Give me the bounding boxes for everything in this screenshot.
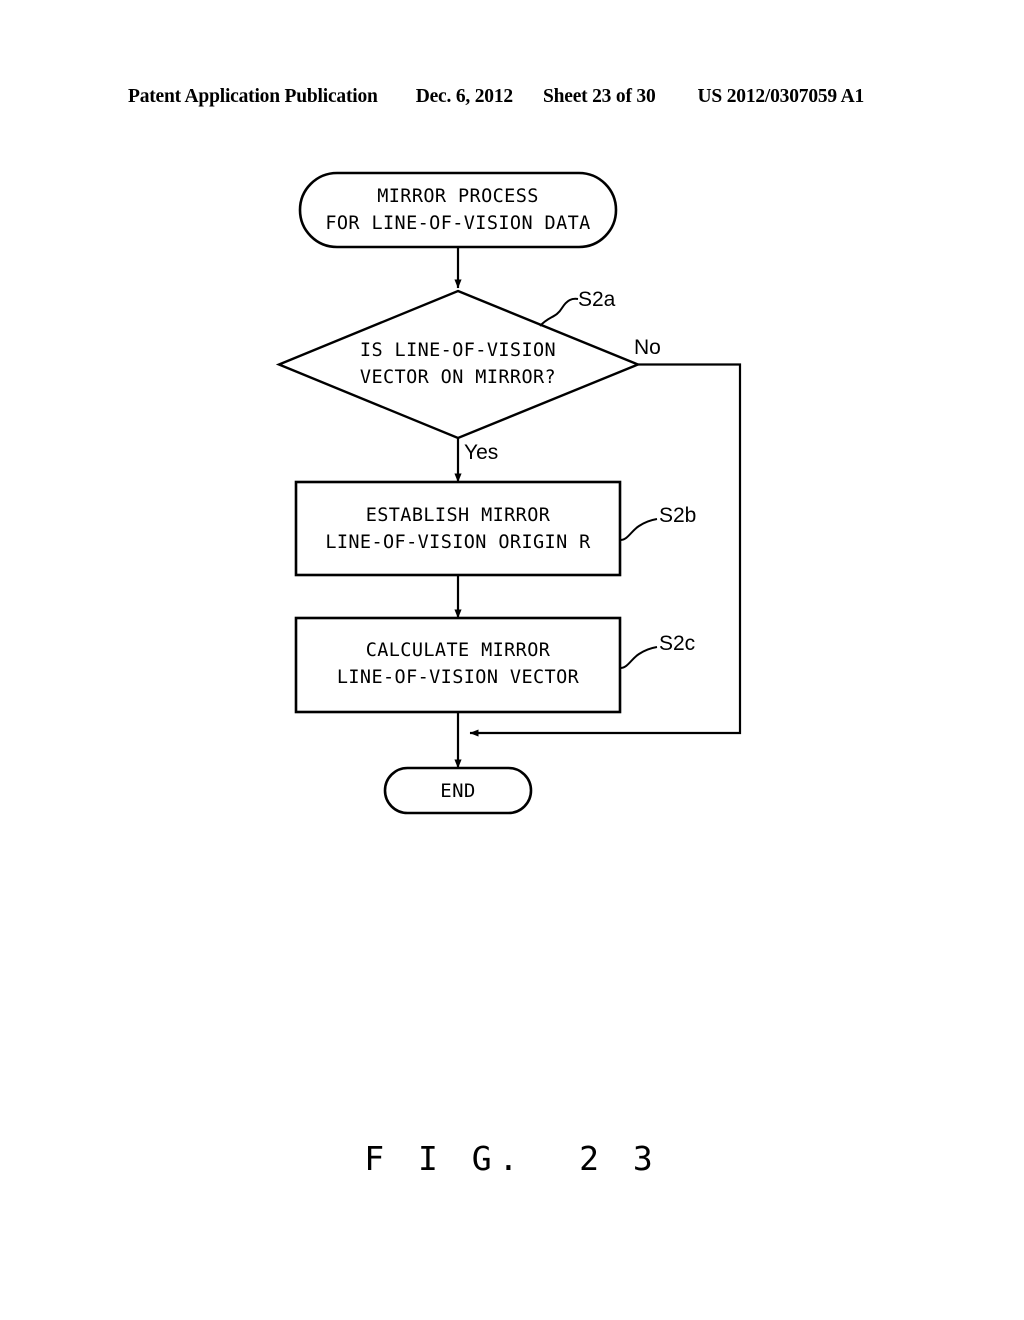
end-terminator-label: END bbox=[440, 780, 476, 802]
leader-line-s2c bbox=[619, 646, 658, 669]
branch-label-yes: Yes bbox=[464, 441, 499, 464]
decision-label: IS LINE-OF-VISION VECTOR ON MIRROR? bbox=[359, 340, 557, 388]
leader-line-s2a bbox=[539, 297, 579, 327]
reference-label-s2c: S2c bbox=[659, 632, 696, 655]
reference-label-s2b: S2b bbox=[659, 504, 697, 527]
leader-line-s2b bbox=[619, 518, 658, 541]
process-2-label: CALCULATE MIRROR LINE-OF-VISION VECTOR bbox=[336, 640, 580, 688]
start-terminator-label: MIRROR PROCESS FOR LINE-OF-VISION DATA bbox=[325, 186, 591, 234]
patent-page: Patent Application Publication Dec. 6, 2… bbox=[0, 0, 1024, 1320]
reference-label-s2a: S2a bbox=[578, 288, 616, 311]
figure-caption: F I G. 2 3 bbox=[364, 1139, 660, 1178]
process-1-label: ESTABLISH MIRROR LINE-OF-VISION ORIGIN R bbox=[325, 505, 591, 553]
branch-label-no: No bbox=[634, 336, 661, 359]
